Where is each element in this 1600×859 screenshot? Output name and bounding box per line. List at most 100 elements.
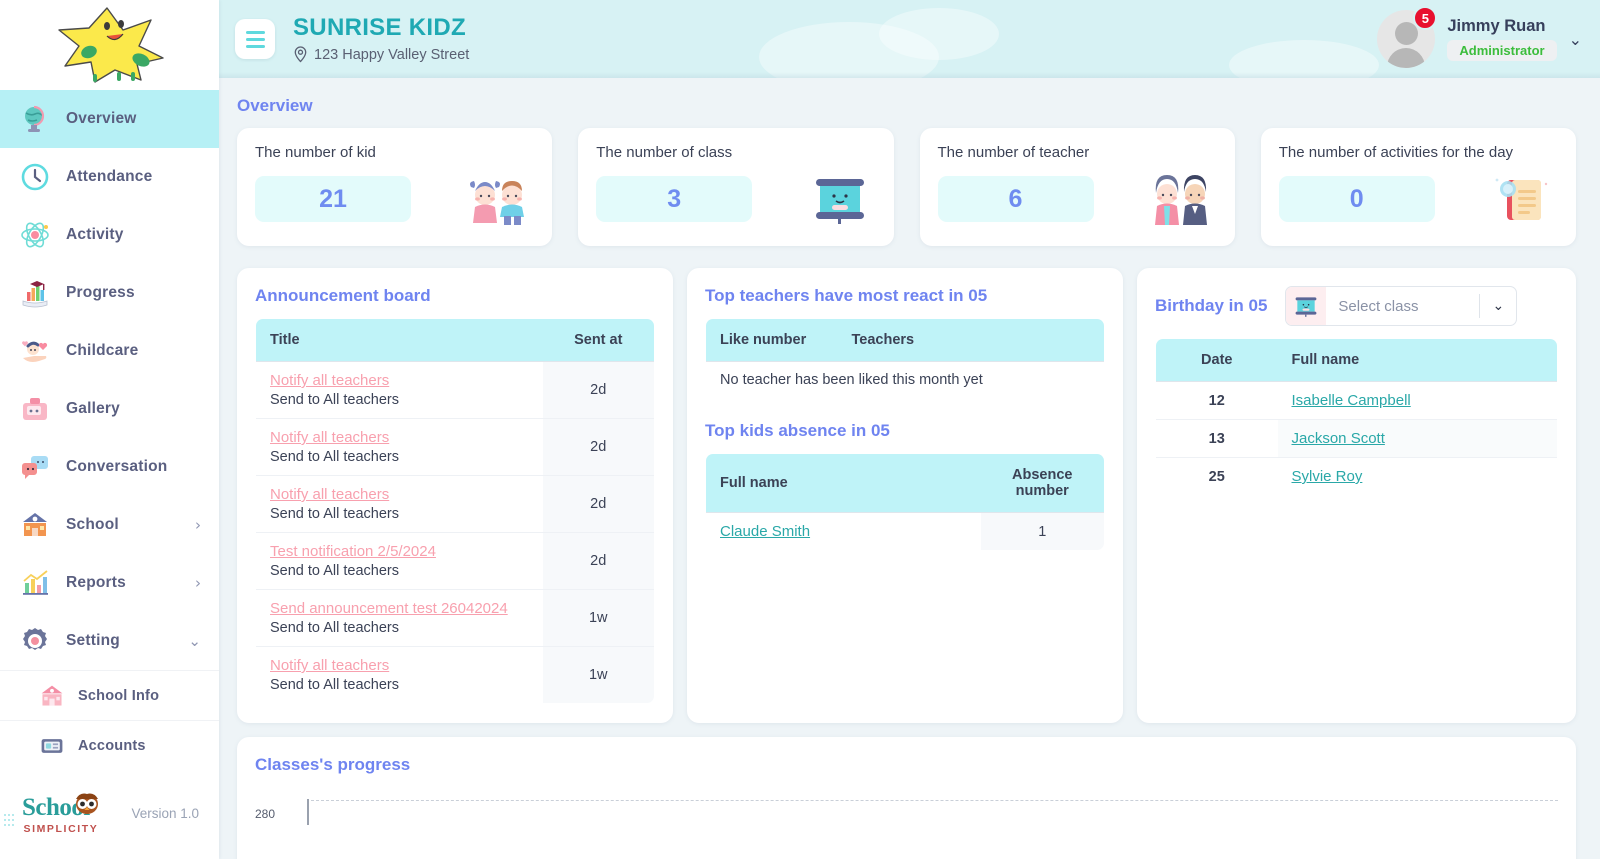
birthday-name-cell: Jackson Scott [1277,419,1557,458]
stat-value: 21 [319,184,347,213]
announcement-cell: Send announcement test 26042024 Send to … [256,589,543,647]
table-row[interactable]: 25 Sylvie Roy [1156,457,1557,495]
chart-gridline [311,800,1558,801]
sidebar: Overview Attendance Activity Progress Ch… [0,0,219,859]
column-header-like-number: Like number [706,319,838,362]
birthday-date-cell: 13 [1156,419,1278,458]
chevron-right-icon: › [195,515,201,534]
announcement-link[interactable]: Notify all teachers [270,486,529,503]
stat-label: The number of teacher [937,144,1090,161]
hamburger-menu-button[interactable] [235,19,275,59]
stat-card-activities[interactable]: The number of activities for the day 0 [1260,128,1576,246]
school-building-icon [38,682,66,710]
stat-value: 0 [1349,184,1364,213]
chart-y-tick: 280 [255,807,276,821]
column-header-sent-at: Sent at [542,319,654,362]
sidebar-item-childcare[interactable]: Childcare [0,322,219,380]
sidebar-item-activity[interactable]: Activity [0,206,219,264]
birthday-name-link[interactable]: Isabelle Campbell [1292,392,1411,409]
birthday-name-link[interactable]: Jackson Scott [1292,430,1385,447]
dashboard-panels: Announcement board Title Sent at Notify … [237,268,1576,723]
birthday-date-cell: 25 [1156,457,1278,495]
stat-value-pill: 6 [937,176,1094,222]
two-teachers-icon [1145,173,1217,225]
stat-label: The number of kid [255,144,376,161]
absence-count-cell: 1 [980,512,1104,550]
panel-title-top-teachers: Top teachers have most react in 05 [705,286,988,305]
column-header-date: Date [1156,339,1278,382]
table-row[interactable]: 13 Jackson Scott [1156,419,1557,458]
dots-grid-icon [4,814,14,826]
sidebar-item-school[interactable]: School › [0,496,219,554]
stat-label: The number of activities for the day [1278,144,1514,161]
sidebar-item-gallery[interactable]: Gallery [0,380,219,438]
table-row[interactable]: 12 Isabelle Campbell [1156,381,1557,420]
column-header-full-name: Full name [1277,339,1557,382]
sidebar-subitem-accounts[interactable]: Accounts [0,720,219,767]
sidebar-item-reports[interactable]: Reports › [0,554,219,612]
kid-name-link[interactable]: Claude Smith [720,523,810,540]
classes-progress-chart: 280 [255,789,1558,859]
announcement-subtitle: Send to All teachers [270,677,399,693]
table-row[interactable]: Claude Smith 1 [706,512,1104,550]
sent-at-cell: 2d [542,475,654,533]
panel-title-birthday: Birthday in 05 [1155,296,1268,315]
sidebar-item-progress[interactable]: Progress [0,264,219,322]
announcement-subtitle: Send to All teachers [270,449,399,465]
sidebar-nav: Overview Attendance Activity Progress Ch… [0,90,219,767]
stat-value: 6 [1008,184,1023,213]
sidebar-logo[interactable] [0,0,219,90]
notification-badge[interactable]: 5 [1413,6,1438,30]
sidebar-item-conversation[interactable]: Conversation [0,438,219,496]
stat-card-teachers[interactable]: The number of teacher 6 [919,128,1235,246]
birthday-header: Birthday in 05 Select class ⌄ [1155,286,1558,326]
sidebar-item-label: School [66,516,119,533]
birthday-name-link[interactable]: Sylvie Roy [1292,468,1363,485]
avatar-head [1394,22,1418,45]
sidebar-item-attendance[interactable]: Attendance [0,148,219,206]
clock-icon [18,160,52,194]
announcement-link[interactable]: Notify all teachers [270,429,529,446]
sidebar-item-overview[interactable]: Overview [0,90,219,148]
sidebar-subitem-school-info[interactable]: School Info [0,670,219,720]
table-row[interactable]: Notify all teachers Send to All teachers… [256,361,654,419]
empty-message: No teacher has been liked this month yet [720,372,983,388]
announcement-cell: Notify all teachers Send to All teachers [256,361,543,419]
table-row[interactable]: Notify all teachers Send to All teachers… [256,418,654,476]
avatar[interactable]: 5 [1377,6,1438,68]
sidebar-item-label: Overview [66,110,137,127]
chevron-down-icon[interactable]: ⌄ [1569,30,1582,49]
sidebar-item-label: Setting [66,632,120,649]
hamburger-bar [245,44,265,48]
chevron-down-icon: ⌄ [188,631,201,650]
school-identity: SUNRISE KIDZ 123 Happy Valley Street [293,14,469,63]
topbar: SUNRISE KIDZ 123 Happy Valley Street 5 J… [219,0,1600,78]
stat-card-kids[interactable]: The number of kid 21 [237,128,553,246]
user-menu[interactable]: 5 Jimmy Ruan Administrator ⌄ [1377,6,1582,68]
announcement-link[interactable]: Test notification 2/5/2024 [270,543,529,560]
stat-card-classes[interactable]: The number of class 3 [578,128,894,246]
sidebar-item-label: Progress [66,284,135,301]
announcement-link[interactable]: Send announcement test 26042024 [270,600,529,617]
user-role-badge: Administrator [1447,40,1557,61]
announcement-link[interactable]: Notify all teachers [270,372,529,389]
chevron-down-icon[interactable]: ⌄ [1480,298,1516,314]
birthday-table: Date Full name 12 Isabelle Campbell 13 J… [1155,338,1558,496]
table-row[interactable]: Notify all teachers Send to All teachers… [256,475,654,533]
table-row[interactable]: Notify all teachers Send to All teachers… [256,646,654,703]
sidebar-item-setting[interactable]: Setting ⌄ [0,612,219,670]
brand-logo[interactable]: School SIMPLICITY [22,791,100,835]
id-card-icon [38,732,66,760]
class-select[interactable]: Select class ⌄ [1285,286,1518,326]
birthday-date-cell: 12 [1156,381,1278,420]
sidebar-subitem-label: Accounts [78,737,146,754]
classes-progress-panel: Classes's progress 280 [237,737,1576,859]
page-title: Overview [237,96,313,115]
stat-value-pill: 21 [255,176,411,222]
chevron-right-icon: › [195,573,201,592]
announcement-link[interactable]: Notify all teachers [270,657,529,674]
owl-icon [75,793,98,814]
table-row[interactable]: Test notification 2/5/2024 Send to All t… [256,532,654,590]
sidebar-subitem-label: School Info [78,687,160,704]
table-row[interactable]: Send announcement test 26042024 Send to … [256,589,654,647]
